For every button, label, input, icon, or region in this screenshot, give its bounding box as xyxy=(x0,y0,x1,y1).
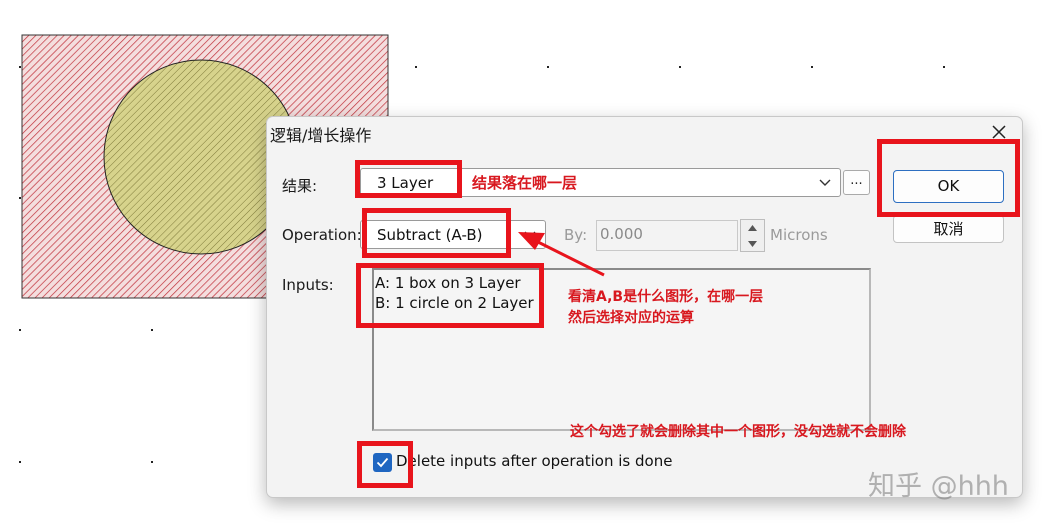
annotation-result-note: 结果落在哪一层 xyxy=(472,174,578,192)
annotation-arrow xyxy=(518,232,605,277)
annotation-inputs-note-1: 看清A,B是什么图形，在哪一层 xyxy=(568,289,764,305)
watermark: 知乎 @hhh xyxy=(868,471,1009,502)
annotation-checkbox-note: 这个勾选了就会删除其中一个图形，没勾选就不会删除 xyxy=(570,424,906,440)
annotation-inputs-note-2: 然后选择对应的运算 xyxy=(568,310,694,326)
